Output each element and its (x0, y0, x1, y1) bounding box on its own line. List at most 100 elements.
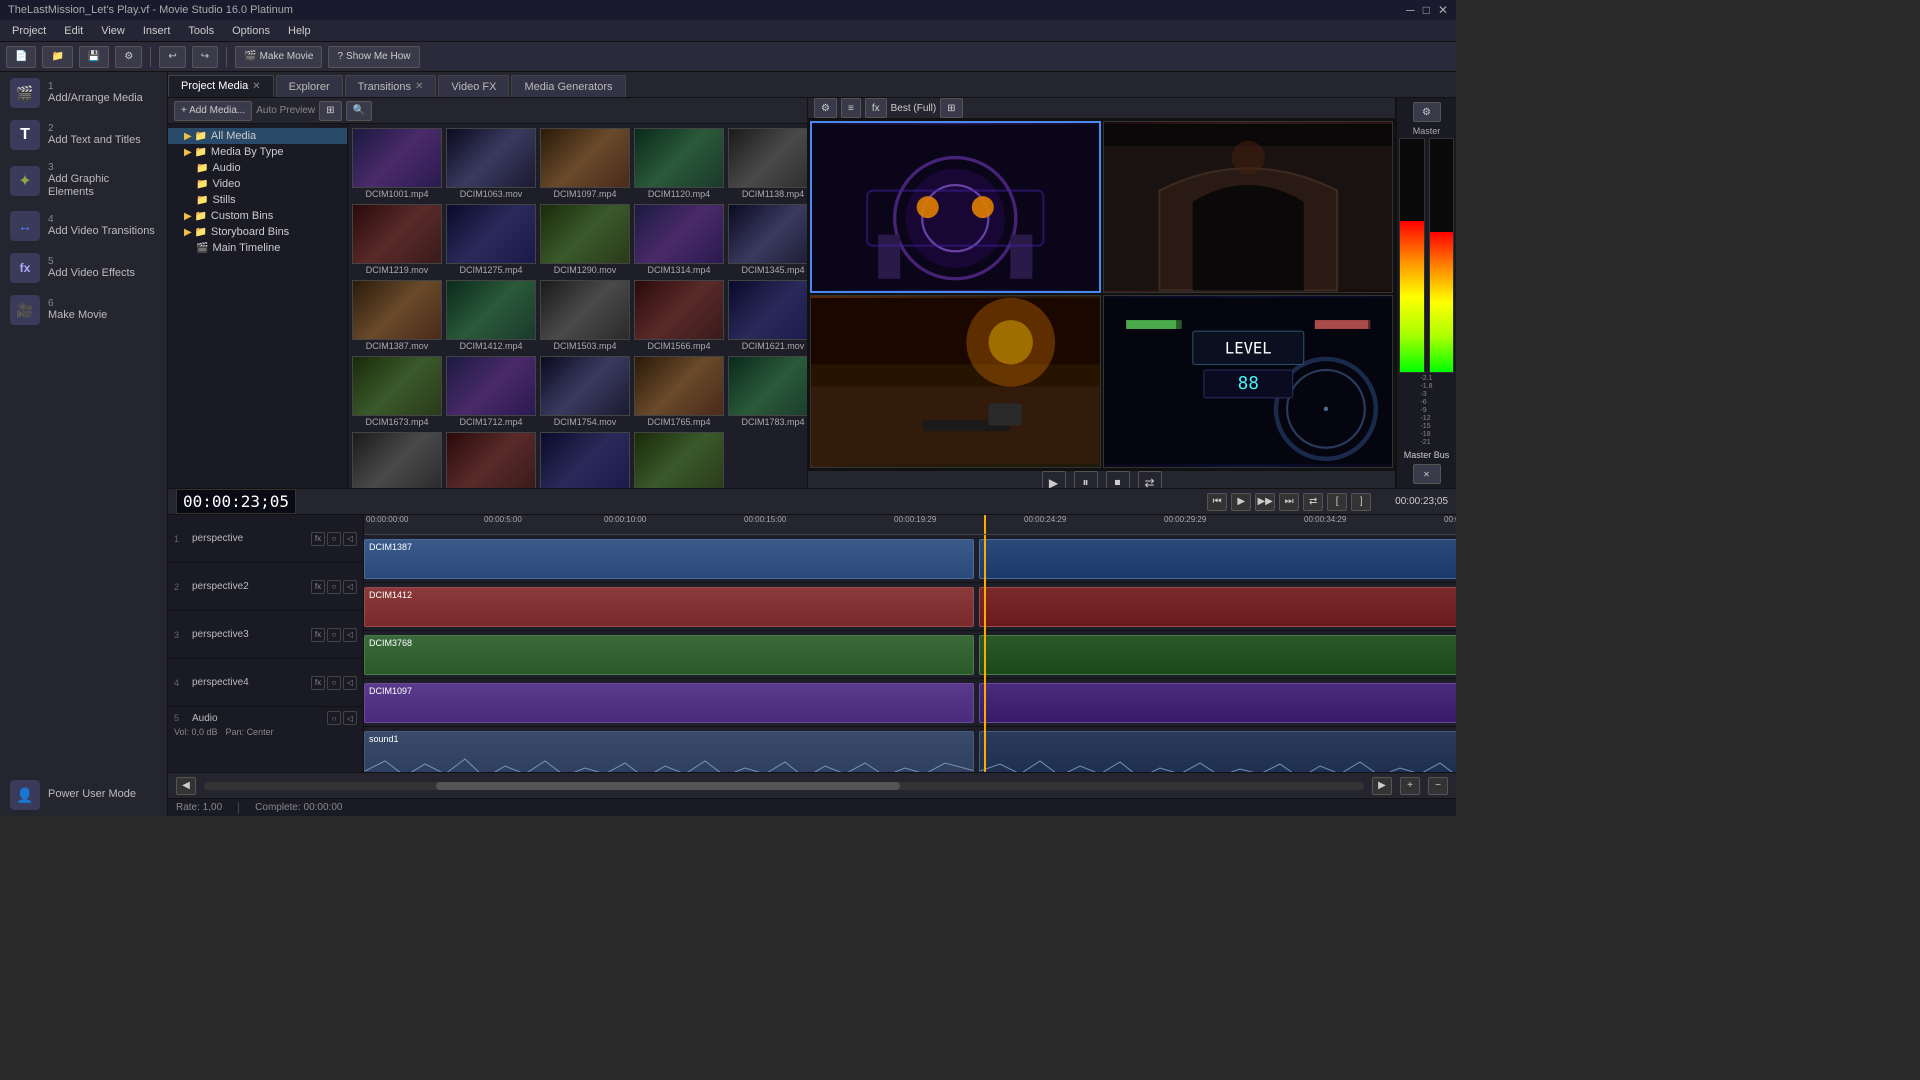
media-thumb-4[interactable]: DCIM1120.mp4 (634, 128, 724, 200)
clip-dcim1097[interactable]: DCIM1097 (364, 683, 974, 723)
clip-dcim3768[interactable]: DCIM3768 (364, 635, 974, 675)
menu-view[interactable]: View (93, 23, 133, 39)
preview-cell-bottom-left[interactable] (810, 295, 1101, 467)
track-solo-btn-2[interactable]: ◁ (343, 580, 357, 594)
show-me-how-button[interactable]: ? Show Me How (328, 46, 419, 68)
clip-dcim1097-b[interactable] (979, 683, 1456, 723)
tl-scroll-right[interactable]: ▶ (1372, 777, 1392, 795)
vu-close-button[interactable]: ✕ (1413, 464, 1441, 484)
menu-project[interactable]: Project (4, 23, 54, 39)
tree-item-stills[interactable]: 📁 Stills (168, 192, 347, 208)
undo-button[interactable]: ↩ (159, 46, 185, 68)
preview-quality-button[interactable]: fx (865, 98, 887, 118)
media-thumb-24[interactable] (634, 432, 724, 488)
media-thumb-13[interactable]: DCIM1503.mp4 (540, 280, 630, 352)
sidebar-item-make-movie[interactable]: 🎥 6 Make Movie (0, 289, 167, 331)
tab-project-media-close[interactable]: ✕ (252, 81, 260, 92)
menu-options[interactable]: Options (224, 23, 278, 39)
track-solo-btn-audio[interactable]: ◁ (343, 711, 357, 725)
media-thumb-15[interactable]: DCIM1621.mov (728, 280, 807, 352)
sidebar-item-text-titles[interactable]: T 2 Add Text and Titles (0, 114, 167, 156)
tab-transitions-close[interactable]: ✕ (415, 81, 423, 92)
maximize-button[interactable]: □ (1423, 3, 1430, 17)
media-thumb-17[interactable]: DCIM1712.mp4 (446, 356, 536, 428)
sidebar-item-arrange-media[interactable]: 🎬 1 Add/Arrange Media (0, 72, 167, 114)
tree-item-main-timeline[interactable]: 🎬 Main Timeline (168, 240, 347, 256)
track-mute-btn-2[interactable]: ○ (327, 580, 341, 594)
track-mute-btn-3[interactable]: ○ (327, 628, 341, 642)
settings-button[interactable]: ⚙ (115, 46, 142, 68)
menu-tools[interactable]: Tools (180, 23, 222, 39)
media-thumb-11[interactable]: DCIM1387.mov (352, 280, 442, 352)
preview-settings-button[interactable]: ⚙ (814, 98, 837, 118)
clip-sound1[interactable]: sound1 (364, 731, 974, 772)
tl-zoom-out[interactable]: − (1428, 777, 1448, 795)
tree-item-custom-bins[interactable]: ▶ 📁 Custom Bins (168, 208, 347, 224)
stop-button[interactable]: ⏹ (1106, 471, 1130, 488)
media-thumb-21[interactable] (352, 432, 442, 488)
track-fx-btn-3[interactable]: fx (311, 628, 325, 642)
tab-explorer[interactable]: Explorer (276, 75, 343, 97)
clip-dcim1412[interactable]: DCIM1412 (364, 587, 974, 627)
media-thumb-8[interactable]: DCIM1290.mov (540, 204, 630, 276)
timeline-btn4[interactable]: ⏭ (1279, 493, 1299, 511)
track-mute-btn-4[interactable]: ○ (327, 676, 341, 690)
media-thumb-16[interactable]: DCIM1673.mp4 (352, 356, 442, 428)
preview-cell-top-left[interactable] (810, 121, 1101, 293)
sidebar-item-video-effects[interactable]: fx 5 Add Video Effects (0, 247, 167, 289)
tl-scroll-left[interactable]: ◀ (176, 777, 196, 795)
play-button[interactable]: ▶ (1042, 471, 1066, 488)
redo-button[interactable]: ↪ (192, 46, 218, 68)
media-thumb-14[interactable]: DCIM1566.mp4 (634, 280, 724, 352)
media-thumb-3[interactable]: DCIM1097.mp4 (540, 128, 630, 200)
timeline-btn1[interactable]: ⏮ (1207, 493, 1227, 511)
media-thumb-2[interactable]: DCIM1063.mov (446, 128, 536, 200)
tab-media-generators[interactable]: Media Generators (511, 75, 625, 97)
clip-dcim1412-b[interactable] (979, 587, 1456, 627)
tab-transitions[interactable]: Transitions ✕ (345, 75, 437, 97)
timeline-play-btn[interactable]: ▶ (1231, 493, 1251, 511)
sidebar-item-graphic-elements[interactable]: ✦ 3 Add Graphic Elements (0, 156, 167, 205)
media-thumb-10[interactable]: DCIM1345.mp4 (728, 204, 807, 276)
sidebar-item-video-transitions[interactable]: ↔ 4 Add Video Transitions (0, 205, 167, 247)
media-thumb-22[interactable] (446, 432, 536, 488)
clip-dcim3768-b[interactable] (979, 635, 1456, 675)
loop-button[interactable]: ⇄ (1138, 471, 1162, 488)
media-thumb-9[interactable]: DCIM1314.mp4 (634, 204, 724, 276)
tree-item-media-by-type[interactable]: ▶ 📁 Media By Type (168, 144, 347, 160)
timeline-content[interactable]: 00:00:00:00 00:00:5:00 00:00:10:00 00:00… (364, 515, 1456, 772)
track-solo-btn-1[interactable]: ◁ (343, 532, 357, 546)
track-mute-btn-1[interactable]: ○ (327, 532, 341, 546)
media-thumb-5[interactable]: DCIM1138.mp4 (728, 128, 807, 200)
timeline-scrollbar[interactable] (204, 782, 1364, 790)
timeline-btn3[interactable]: ▶▶ (1255, 493, 1275, 511)
track-fx-btn-2[interactable]: fx (311, 580, 325, 594)
open-project-button[interactable]: 📁 (42, 46, 72, 68)
vu-settings-button[interactable]: ⚙ (1413, 102, 1441, 122)
tl-zoom-in[interactable]: + (1400, 777, 1420, 795)
preview-zoom-button[interactable]: ⊞ (940, 98, 962, 118)
pause-button[interactable]: ⏸ (1074, 471, 1098, 488)
tab-video-fx[interactable]: Video FX (438, 75, 509, 97)
preview-cell-bottom-right[interactable]: LEVEL 88 (1103, 295, 1394, 467)
track-mute-btn-audio[interactable]: ○ (327, 711, 341, 725)
track-fx-btn-4[interactable]: fx (311, 676, 325, 690)
minimize-button[interactable]: ─ (1406, 3, 1415, 17)
media-thumb-18[interactable]: DCIM1754.mov (540, 356, 630, 428)
view-toggle-button[interactable]: ⊞ (319, 101, 341, 121)
menu-edit[interactable]: Edit (56, 23, 91, 39)
close-button[interactable]: ✕ (1438, 3, 1448, 17)
media-thumb-12[interactable]: DCIM1412.mp4 (446, 280, 536, 352)
titlebar-controls[interactable]: ─ □ ✕ (1406, 3, 1448, 17)
media-thumb-19[interactable]: DCIM1765.mp4 (634, 356, 724, 428)
timeline-mark-out[interactable]: ] (1351, 493, 1371, 511)
clip-sound1-b[interactable] (979, 731, 1456, 772)
tree-item-video[interactable]: 📁 Video (168, 176, 347, 192)
media-thumb-6[interactable]: DCIM1219.mov (352, 204, 442, 276)
track-solo-btn-4[interactable]: ◁ (343, 676, 357, 690)
clip-dcim1387[interactable]: DCIM1387 (364, 539, 974, 579)
sidebar-item-power-user[interactable]: 👤 Power User Mode (0, 774, 167, 816)
preview-calc-button[interactable]: ≡ (841, 98, 861, 118)
clip-dcim1387-b[interactable] (979, 539, 1456, 579)
timeline-loop-btn[interactable]: ⇄ (1303, 493, 1323, 511)
